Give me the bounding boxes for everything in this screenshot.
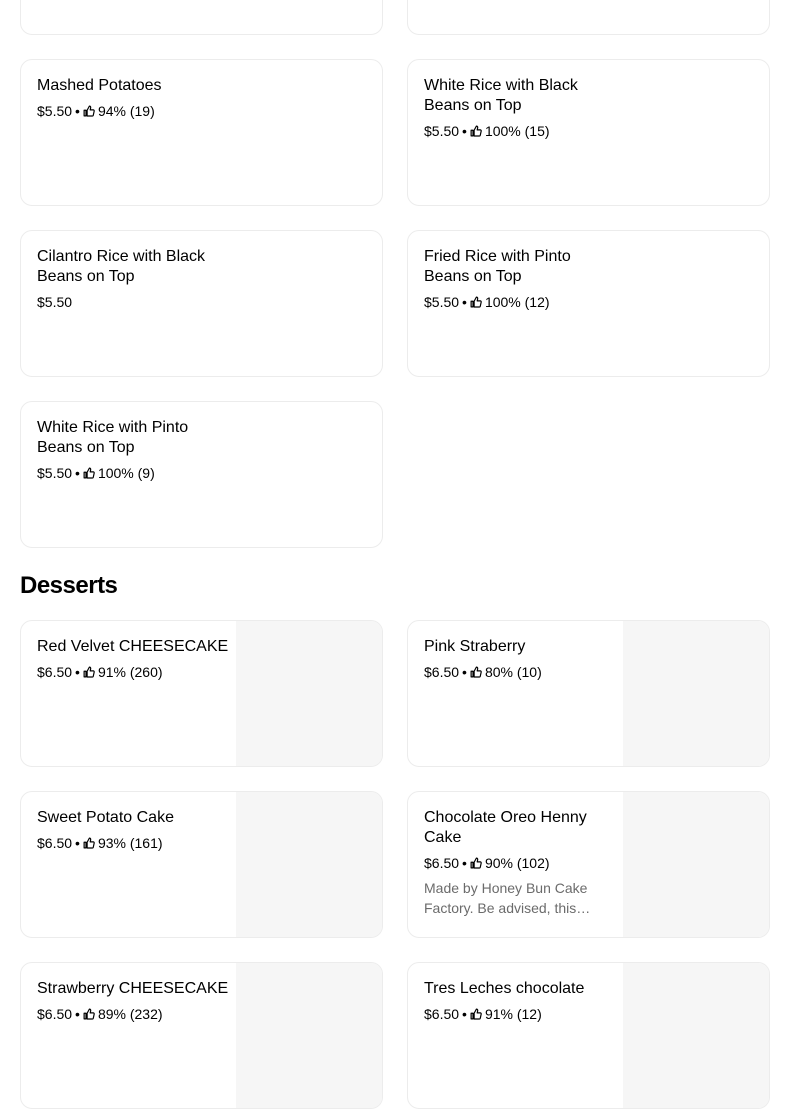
menu-item-card[interactable]: Red Velvet CHEESECAKE $6.50 • 91% (260): [20, 620, 383, 767]
item-rating: 91% (260): [97, 664, 163, 680]
menu-item-card[interactable]: Pink Straberry $6.50 • 80% (10): [407, 620, 770, 767]
thumbs-up-icon: [470, 1008, 482, 1020]
thumbs-up-icon: [83, 105, 95, 117]
item-name: Strawberry CHEESECAKE: [37, 980, 229, 997]
item-rating: 100% (15): [484, 123, 550, 139]
thumbs-up-icon: [470, 125, 482, 137]
item-price: $6.50: [37, 835, 73, 851]
separator: •: [75, 465, 80, 481]
item-meta: $5.50: [37, 292, 232, 312]
menu-item-card[interactable]: Fried Rice with Pinto Beans on Top $5.50…: [407, 230, 770, 377]
item-image: [236, 963, 382, 1108]
thumbs-up-icon: [470, 666, 482, 678]
item-meta: $6.50 • 93% (161): [37, 833, 232, 853]
menu-item-card[interactable]: White Rice with Black Beans on Top $5.50…: [407, 59, 770, 206]
item-rating: 93% (161): [97, 835, 163, 851]
thumbs-up-icon: [83, 837, 95, 849]
item-price: $5.50: [37, 103, 73, 119]
item-meta: $5.50 • 100% (15): [424, 121, 619, 141]
item-rating: 90% (102): [484, 855, 550, 871]
separator: •: [75, 664, 80, 680]
menu-item-card[interactable]: Chocolate Oreo Henny Cake $6.50 • 90% (102…: [407, 791, 770, 938]
item-name: White Rice with Pinto Beans on Top: [37, 419, 189, 456]
item-image: [236, 792, 382, 937]
separator: •: [462, 123, 467, 139]
separator: •: [75, 835, 80, 851]
section-title-desserts: Desserts: [20, 572, 118, 599]
item-rating: 91% (12): [484, 1006, 542, 1022]
item-name: Chocolate Oreo Henny Cake: [424, 809, 587, 846]
item-image: [236, 621, 382, 766]
separator: •: [462, 294, 467, 310]
item-price: $6.50: [37, 1006, 73, 1022]
menu-item-card[interactable]: Strawberry CHEESECAKE $6.50 • 89% (232): [20, 962, 383, 1109]
item-rating: 89% (232): [97, 1006, 163, 1022]
item-meta: $6.50 • 91% (260): [37, 662, 232, 682]
separator: •: [462, 664, 467, 680]
separator: •: [75, 103, 80, 119]
item-price: $6.50: [424, 664, 460, 680]
item-name: Mashed Potatoes: [37, 77, 162, 94]
item-meta: $5.50 • 100% (9): [37, 463, 232, 483]
item-price: $5.50: [37, 294, 73, 310]
thumbs-up-icon: [470, 857, 482, 869]
item-meta: $5.50 • 94% (19): [37, 101, 232, 121]
item-image: [623, 963, 769, 1108]
item-price: $6.50: [424, 855, 460, 871]
item-rating: 100% (9): [97, 465, 155, 481]
item-rating: 80% (10): [484, 664, 542, 680]
item-meta: $6.50 • 90% (102): [424, 853, 619, 873]
item-name: Cilantro Rice with Black Beans on Top: [37, 248, 206, 285]
item-name: White Rice with Black Beans on Top: [424, 77, 578, 114]
item-rating: 100% (12): [484, 294, 550, 310]
menu-item-card[interactable]: Tres Leches chocolate $6.50 • 91% (12): [407, 962, 770, 1109]
menu-item-card[interactable]: [20, 0, 383, 35]
item-meta: $6.50 • 91% (12): [424, 1004, 619, 1024]
item-meta: $6.50 • 89% (232): [37, 1004, 232, 1024]
item-meta: $5.50 • 100% (12): [424, 292, 619, 312]
item-name: Red Velvet CHEESECAKE: [37, 638, 229, 655]
menu-item-card[interactable]: Sweet Potato Cake $6.50 • 93% (161): [20, 791, 383, 938]
item-price: $6.50: [37, 664, 73, 680]
item-image: [623, 621, 769, 766]
separator: •: [462, 855, 467, 871]
item-image: [623, 792, 769, 937]
separator: •: [75, 1006, 80, 1022]
thumbs-up-icon: [83, 666, 95, 678]
menu-item-card[interactable]: [407, 0, 770, 35]
menu-item-card[interactable]: Cilantro Rice with Black Beans on Top $5…: [20, 230, 383, 377]
item-name: Tres Leches chocolate: [424, 980, 585, 997]
item-name: Sweet Potato Cake: [37, 809, 174, 826]
item-name: Pink Straberry: [424, 638, 526, 655]
item-rating: 94% (19): [97, 103, 155, 119]
item-description: Made by Honey Bun Cake Factory. Be advis…: [424, 880, 591, 916]
item-price: $5.50: [424, 294, 460, 310]
menu-item-card[interactable]: Mashed Potatoes $5.50 • 94% (19): [20, 59, 383, 206]
item-price: $5.50: [37, 465, 73, 481]
thumbs-up-icon: [83, 467, 95, 479]
thumbs-up-icon: [83, 1008, 95, 1020]
thumbs-up-icon: [470, 296, 482, 308]
item-name: Fried Rice with Pinto Beans on Top: [424, 248, 571, 285]
separator: •: [462, 1006, 467, 1022]
item-price: $5.50: [424, 123, 460, 139]
item-price: $6.50: [424, 1006, 460, 1022]
item-meta: $6.50 • 80% (10): [424, 662, 619, 682]
menu-item-card[interactable]: White Rice with Pinto Beans on Top $5.50…: [20, 401, 383, 548]
